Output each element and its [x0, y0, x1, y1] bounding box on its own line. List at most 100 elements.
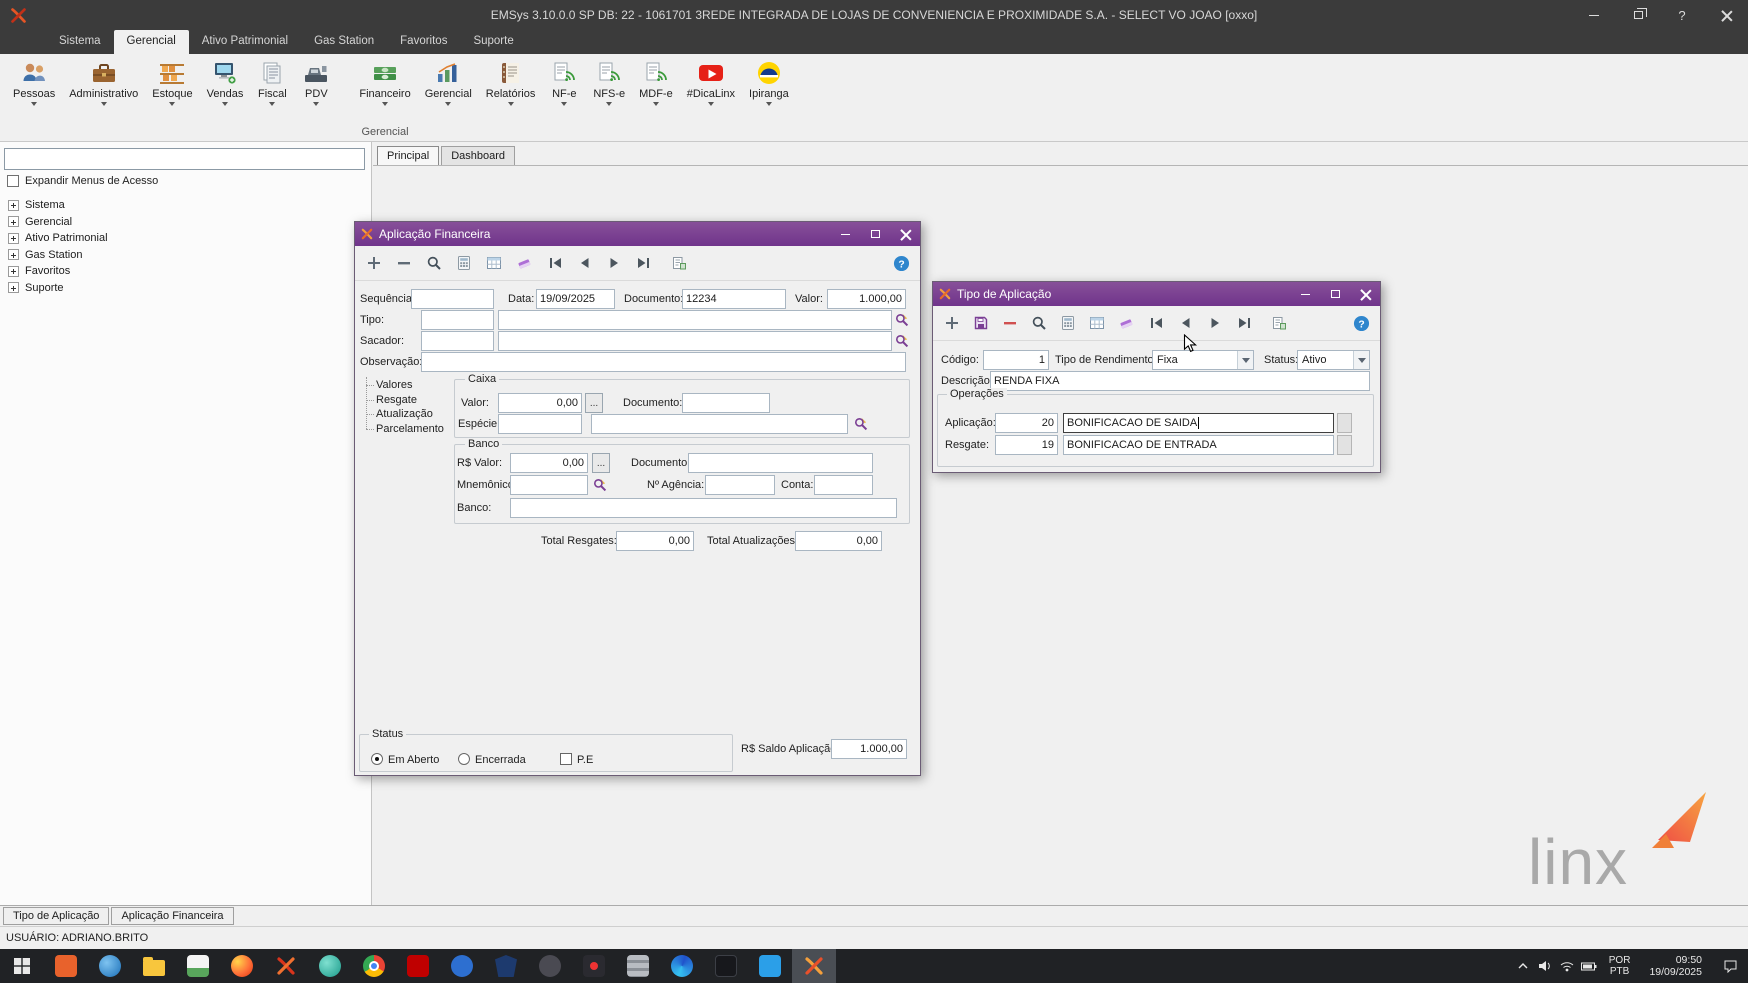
banco-nome-input[interactable]: [510, 498, 897, 518]
taskbar-file-explorer[interactable]: [132, 949, 176, 983]
last-record-button[interactable]: [634, 255, 651, 272]
resgate-descricao-input[interactable]: BONIFICACAO DE ENTRADA: [1063, 435, 1334, 455]
menu-search-input[interactable]: [4, 148, 365, 170]
delete-button[interactable]: [395, 255, 412, 272]
tree-item-suporte[interactable]: Suporte: [8, 280, 108, 297]
window-tab-aplicacao-financeira[interactable]: Aplicação Financeira: [111, 907, 233, 925]
minimize-button[interactable]: [1572, 0, 1616, 30]
caixa-valor-input[interactable]: 0,00: [498, 393, 582, 413]
taskbar-app-1[interactable]: [44, 949, 88, 983]
banco-valor-input[interactable]: 0,00: [510, 453, 588, 473]
especie-lookup-button[interactable]: [852, 414, 870, 434]
taskbar-clock[interactable]: 09:50 19/09/2025: [1639, 954, 1712, 979]
especie-codigo-input[interactable]: [498, 414, 582, 434]
grid-view-button[interactable]: [485, 255, 502, 272]
grid-view-button[interactable]: [1088, 315, 1105, 332]
expand-plus-icon[interactable]: [8, 249, 19, 260]
taskbar-app-9[interactable]: [704, 949, 748, 983]
taskbar-app-4[interactable]: [308, 949, 352, 983]
aplicacao-descricao-input[interactable]: BONIFICACAO DE SAIDA: [1063, 413, 1334, 433]
expand-plus-icon[interactable]: [8, 200, 19, 211]
banco-documento-input[interactable]: [688, 453, 873, 473]
taskbar-app-7[interactable]: [528, 949, 572, 983]
taskbar-app-5[interactable]: [440, 949, 484, 983]
taskbar-app-8[interactable]: [616, 949, 660, 983]
data-input[interactable]: 19/09/2025: [536, 289, 615, 309]
tree-item-gerencial[interactable]: Gerencial: [8, 214, 108, 231]
close-button[interactable]: [1704, 0, 1748, 30]
ribbon-button-estoque[interactable]: Estoque: [145, 58, 199, 107]
dropdown-button[interactable]: [1353, 351, 1369, 369]
tipo-codigo-input[interactable]: [421, 310, 494, 330]
codigo-input[interactable]: 1: [983, 350, 1049, 370]
first-record-button[interactable]: [547, 255, 564, 272]
expand-menus-checkbox-row[interactable]: Expandir Menus de Acesso: [7, 175, 158, 187]
maximize-button[interactable]: [860, 222, 890, 246]
banco-valor-ellipsis-button[interactable]: ...: [592, 453, 610, 473]
report-button[interactable]: [670, 255, 687, 272]
add-button[interactable]: [943, 315, 960, 332]
tray-volume[interactable]: [1534, 949, 1556, 983]
tree-item-sistema[interactable]: Sistema: [8, 197, 108, 214]
ribbon-button-pdv[interactable]: PDV: [294, 58, 338, 107]
tab-dashboard[interactable]: Dashboard: [441, 146, 515, 165]
documento-input[interactable]: 12234: [682, 289, 786, 309]
taskbar-app-6[interactable]: [484, 949, 528, 983]
taskbar-emsys[interactable]: [264, 949, 308, 983]
tray-chevron-up[interactable]: [1512, 949, 1534, 983]
caixa-documento-input[interactable]: [682, 393, 770, 413]
calculator-button[interactable]: [455, 255, 472, 272]
clear-button[interactable]: [515, 255, 532, 272]
fin-window-titlebar[interactable]: Aplicação Financeira: [355, 222, 920, 246]
menu-gas-station[interactable]: Gas Station: [301, 30, 387, 54]
tree-item-valores[interactable]: Valores: [363, 378, 451, 393]
ribbon-button-pessoas[interactable]: Pessoas: [6, 58, 62, 107]
help-button[interactable]: ?: [1353, 315, 1370, 332]
dropdown-button[interactable]: [1237, 351, 1253, 369]
ribbon-button-relatorios[interactable]: Relatórios: [479, 58, 543, 107]
help-button[interactable]: ?: [893, 255, 910, 272]
encerrada-radio[interactable]: [458, 753, 470, 765]
taskbar-app-2[interactable]: [88, 949, 132, 983]
menu-sistema[interactable]: Sistema: [46, 30, 114, 54]
tree-item-parcelamento[interactable]: Parcelamento: [363, 422, 451, 437]
ribbon-button-administrativo[interactable]: Administrativo: [62, 58, 145, 107]
aplicacao-codigo-input[interactable]: 20: [995, 413, 1058, 433]
saldo-aplicacao-input[interactable]: 1.000,00: [831, 739, 907, 759]
tree-item-gas-station[interactable]: Gas Station: [8, 247, 108, 264]
caixa-valor-ellipsis-button[interactable]: ...: [585, 393, 603, 413]
clear-button[interactable]: [1117, 315, 1134, 332]
previous-record-button[interactable]: [1177, 315, 1194, 332]
window-tab-tipo-aplicacao[interactable]: Tipo de Aplicação: [3, 907, 109, 925]
ribbon-button-vendas[interactable]: Vendas: [200, 58, 251, 107]
em-aberto-radio[interactable]: [371, 753, 383, 765]
mnemonico-lookup-button[interactable]: [591, 475, 609, 495]
taskbar-emsys-active[interactable]: [792, 949, 836, 983]
tipo-window-titlebar[interactable]: Tipo de Aplicação: [933, 282, 1380, 306]
taskbar-edge[interactable]: [660, 949, 704, 983]
search-button[interactable]: [425, 255, 442, 272]
ribbon-button-ipiranga[interactable]: Ipiranga: [742, 58, 796, 107]
tipo-descricao-input[interactable]: [498, 310, 892, 330]
add-button[interactable]: [365, 255, 382, 272]
delete-button[interactable]: [1001, 315, 1018, 332]
total-atualizacoes-input[interactable]: 0,00: [795, 531, 882, 551]
taskbar-media-player[interactable]: [572, 949, 616, 983]
tipo-lookup-button[interactable]: [893, 310, 911, 330]
expand-plus-icon[interactable]: [8, 216, 19, 227]
previous-record-button[interactable]: [576, 255, 593, 272]
expand-plus-icon[interactable]: [8, 233, 19, 244]
mnemonico-input[interactable]: [510, 475, 588, 495]
valor-input[interactable]: 1.000,00: [827, 289, 906, 309]
menu-suporte[interactable]: Suporte: [460, 30, 526, 54]
resgate-side-button[interactable]: [1337, 435, 1352, 455]
minimize-button[interactable]: [830, 222, 860, 246]
first-record-button[interactable]: [1148, 315, 1165, 332]
close-button[interactable]: [1350, 282, 1380, 306]
sacador-descricao-input[interactable]: [498, 331, 892, 351]
sacador-codigo-input[interactable]: [421, 331, 494, 351]
ribbon-button-nfse[interactable]: NFS-e: [586, 58, 632, 107]
taskbar-app-3[interactable]: [176, 949, 220, 983]
tab-principal[interactable]: Principal: [377, 146, 439, 165]
ribbon-button-dicalinx[interactable]: #DicaLinx: [680, 58, 742, 107]
